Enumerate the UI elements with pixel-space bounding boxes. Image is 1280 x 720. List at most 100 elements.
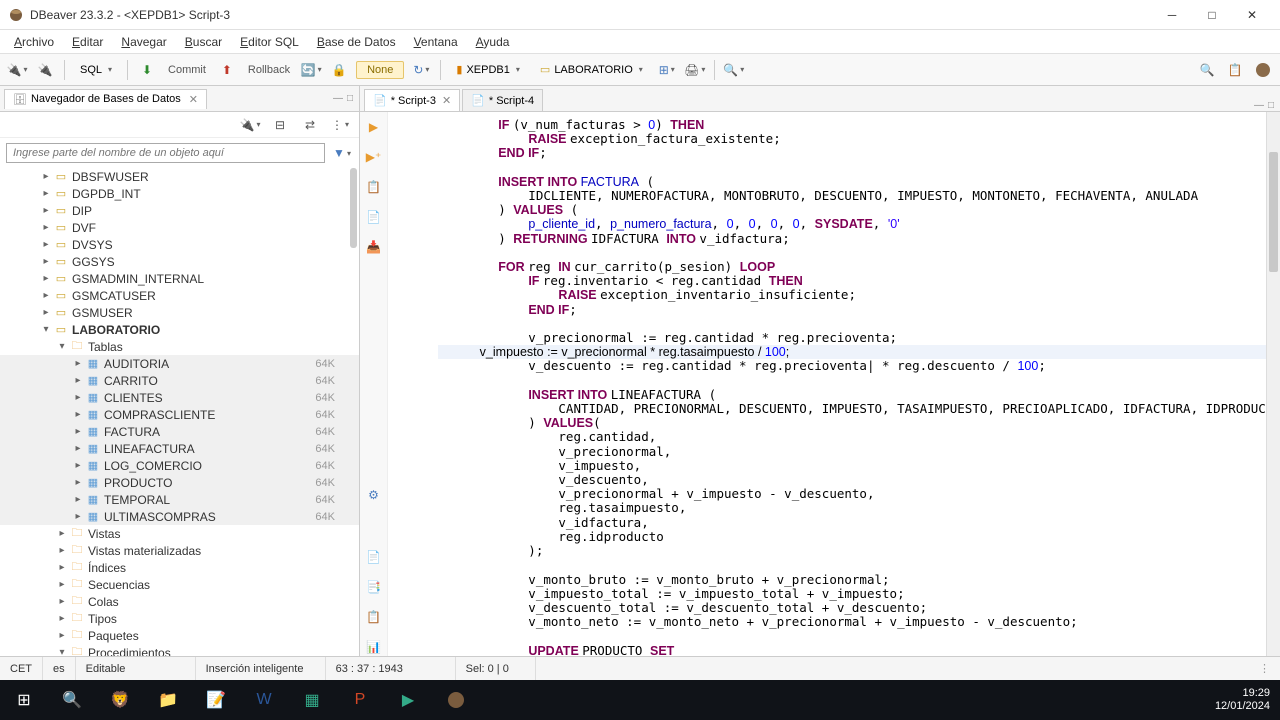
tree-toggle-icon[interactable]: ▸ xyxy=(40,307,52,318)
nav-tool-link-icon[interactable]: ⇄ xyxy=(299,114,321,136)
tree-row-procedimientos[interactable]: ▾🗀Procedimientos xyxy=(0,644,359,656)
close-button[interactable]: ✕ xyxy=(1232,1,1272,29)
tx-mode-icon[interactable]: 🔄▾ xyxy=(300,59,322,81)
tree-row-tipos[interactable]: ▸🗀Tipos xyxy=(0,610,359,627)
tree-toggle-icon[interactable]: ▸ xyxy=(40,239,52,250)
brave-icon[interactable]: 🦁 xyxy=(96,680,144,720)
tree-toggle-icon[interactable]: ▸ xyxy=(72,392,84,403)
tree-row-clientes[interactable]: ▸▦CLIENTES64K xyxy=(0,389,359,406)
tree-row-producto[interactable]: ▸▦PRODUCTO64K xyxy=(0,474,359,491)
tab-close-icon[interactable]: ✕ xyxy=(442,94,451,107)
tree-toggle-icon[interactable]: ▸ xyxy=(72,375,84,386)
nav-tool-refresh-icon[interactable]: 🔌▾ xyxy=(239,114,261,136)
editor-tab[interactable]: 📄* Script-4 xyxy=(462,89,543,111)
editor-tab[interactable]: 📄* Script-3✕ xyxy=(364,89,460,111)
tree-row-vistas-materializadas[interactable]: ▸🗀Vistas materializadas xyxy=(0,542,359,559)
explain-icon[interactable]: 📋 xyxy=(365,178,383,196)
dbeaver-taskbar-icon[interactable] xyxy=(432,680,480,720)
tree-toggle-icon[interactable]: ▸ xyxy=(40,171,52,182)
filter-icon[interactable]: ▼▾ xyxy=(331,142,353,164)
menu-ventana[interactable]: Ventana xyxy=(406,33,466,51)
scrollbar-thumb[interactable] xyxy=(1269,152,1278,272)
new-connection-icon[interactable]: 🔌▾ xyxy=(6,59,28,81)
tree-row-carrito[interactable]: ▸▦CARRITO64K xyxy=(0,372,359,389)
tree-toggle-icon[interactable]: ▸ xyxy=(56,630,68,641)
app-icon-2[interactable]: ▶ xyxy=(384,680,432,720)
menu-base de datos[interactable]: Base de Datos xyxy=(309,33,404,51)
load-icon[interactable]: 📥 xyxy=(365,238,383,256)
tree-toggle-icon[interactable]: ▸ xyxy=(56,579,68,590)
menu-editor sql[interactable]: Editor SQL xyxy=(232,33,307,51)
editor-maximize-icon[interactable]: □ xyxy=(1268,100,1274,111)
panel-icon-1[interactable]: 📄 xyxy=(365,548,383,566)
tx-isolation-none[interactable]: None xyxy=(356,61,404,79)
search-icon[interactable]: 🔍▾ xyxy=(723,59,745,81)
tree-row-dgpdb_int[interactable]: ▸▭DGPDB_INT xyxy=(0,185,359,202)
tree-row-laboratorio[interactable]: ▾▭LABORATORIO xyxy=(0,321,359,338)
code-editor[interactable]: IF (v_num_facturas > 0) THEN RAISE excep… xyxy=(388,112,1266,656)
tree-row-dvsys[interactable]: ▸▭DVSYS xyxy=(0,236,359,253)
tree-toggle-icon[interactable]: ▸ xyxy=(56,562,68,573)
tree-toggle-icon[interactable]: ▸ xyxy=(40,290,52,301)
tree-row-vistas[interactable]: ▸🗀Vistas xyxy=(0,525,359,542)
tree-toggle-icon[interactable]: ▸ xyxy=(56,528,68,539)
panel-maximize-icon[interactable]: □ xyxy=(347,93,353,104)
tree-row-índices[interactable]: ▸🗀Índices xyxy=(0,559,359,576)
search-taskbar-icon[interactable]: 🔍 xyxy=(48,680,96,720)
panel-icon-4[interactable]: 📊 xyxy=(365,638,383,656)
commit-button[interactable]: Commit xyxy=(164,64,210,76)
navigator-tab[interactable]: 🗄 Navegador de Bases de Datos ✕ xyxy=(4,89,207,109)
tree-row-gsmadmin_internal[interactable]: ▸▭GSMADMIN_INTERNAL xyxy=(0,270,359,287)
run-icon[interactable]: ▶ xyxy=(365,118,383,136)
tree-toggle-icon[interactable]: ▸ xyxy=(72,426,84,437)
tree-toggle-icon[interactable]: ▾ xyxy=(56,341,68,352)
status-menu-icon[interactable]: ⋮ xyxy=(1249,657,1280,680)
tree-toggle-icon[interactable]: ▸ xyxy=(40,273,52,284)
taskbar-clock[interactable]: 19:29 12/01/2024 xyxy=(1205,687,1280,713)
tree-row-dip[interactable]: ▸▭DIP xyxy=(0,202,359,219)
editor-minimize-icon[interactable]: — xyxy=(1254,100,1264,111)
navigator-tree[interactable]: ▸▭DBSFWUSER▸▭DGPDB_INT▸▭DIP▸▭DVF▸▭DVSYS▸… xyxy=(0,168,359,656)
tree-row-temporal[interactable]: ▸▦TEMPORAL64K xyxy=(0,491,359,508)
perspective-icon[interactable] xyxy=(1252,59,1274,81)
maximize-button[interactable]: □ xyxy=(1192,1,1232,29)
tree-row-factura[interactable]: ▸▦FACTURA64K xyxy=(0,423,359,440)
tree-scrollbar[interactable] xyxy=(350,168,357,248)
tree-toggle-icon[interactable]: ▸ xyxy=(72,443,84,454)
powerpoint-icon[interactable]: P xyxy=(336,680,384,720)
app-icon-1[interactable]: ▦ xyxy=(288,680,336,720)
navigator-tab-close[interactable]: ✕ xyxy=(189,93,198,106)
search-global-icon[interactable]: 🔍 xyxy=(1196,59,1218,81)
nav-tool-collapse-icon[interactable]: ⊟ xyxy=(269,114,291,136)
tree-toggle-icon[interactable]: ▸ xyxy=(40,222,52,233)
tree-row-ultimascompras[interactable]: ▸▦ULTIMASCOMPRAS64K xyxy=(0,508,359,525)
tree-toggle-icon[interactable]: ▸ xyxy=(56,596,68,607)
connection-selector[interactable]: ▮XEPDB1▾ xyxy=(449,60,527,79)
menu-ayuda[interactable]: Ayuda xyxy=(468,33,518,51)
tree-row-secuencias[interactable]: ▸🗀Secuencias xyxy=(0,576,359,593)
new-script-icon[interactable]: 🔌 xyxy=(34,59,56,81)
editor-scrollbar[interactable] xyxy=(1266,112,1280,656)
tree-toggle-icon[interactable]: ▸ xyxy=(72,494,84,505)
word-icon[interactable]: W xyxy=(240,680,288,720)
tree-row-gsmcatuser[interactable]: ▸▭GSMCATUSER xyxy=(0,287,359,304)
panel-icon-2[interactable]: 📑 xyxy=(365,578,383,596)
menu-archivo[interactable]: Archivo xyxy=(6,33,62,51)
tree-row-auditoria[interactable]: ▸▦AUDITORIA64K xyxy=(0,355,359,372)
nav-tool-menu-icon[interactable]: ⋮▾ xyxy=(329,114,351,136)
tree-toggle-icon[interactable]: ▾ xyxy=(40,324,52,335)
tree-toggle-icon[interactable]: ▸ xyxy=(72,477,84,488)
panel-icon-3[interactable]: 📋 xyxy=(365,608,383,626)
panel-minimize-icon[interactable]: — xyxy=(333,93,343,104)
tree-row-gsmuser[interactable]: ▸▭GSMUSER xyxy=(0,304,359,321)
rollback-icon[interactable]: ⬆ xyxy=(216,59,238,81)
tree-toggle-icon[interactable]: ▸ xyxy=(72,460,84,471)
tree-toggle-icon[interactable]: ▾ xyxy=(56,647,68,656)
menu-editar[interactable]: Editar xyxy=(64,33,111,51)
tree-row-lineafactura[interactable]: ▸▦LINEAFACTURA64K xyxy=(0,440,359,457)
tree-row-colas[interactable]: ▸🗀Colas xyxy=(0,593,359,610)
history-icon[interactable]: ↻▾ xyxy=(410,59,432,81)
sql-dropdown[interactable]: SQL▾ xyxy=(73,61,119,79)
tree-toggle-icon[interactable]: ▸ xyxy=(72,511,84,522)
tool-icon-1[interactable]: ⊞▾ xyxy=(656,59,678,81)
